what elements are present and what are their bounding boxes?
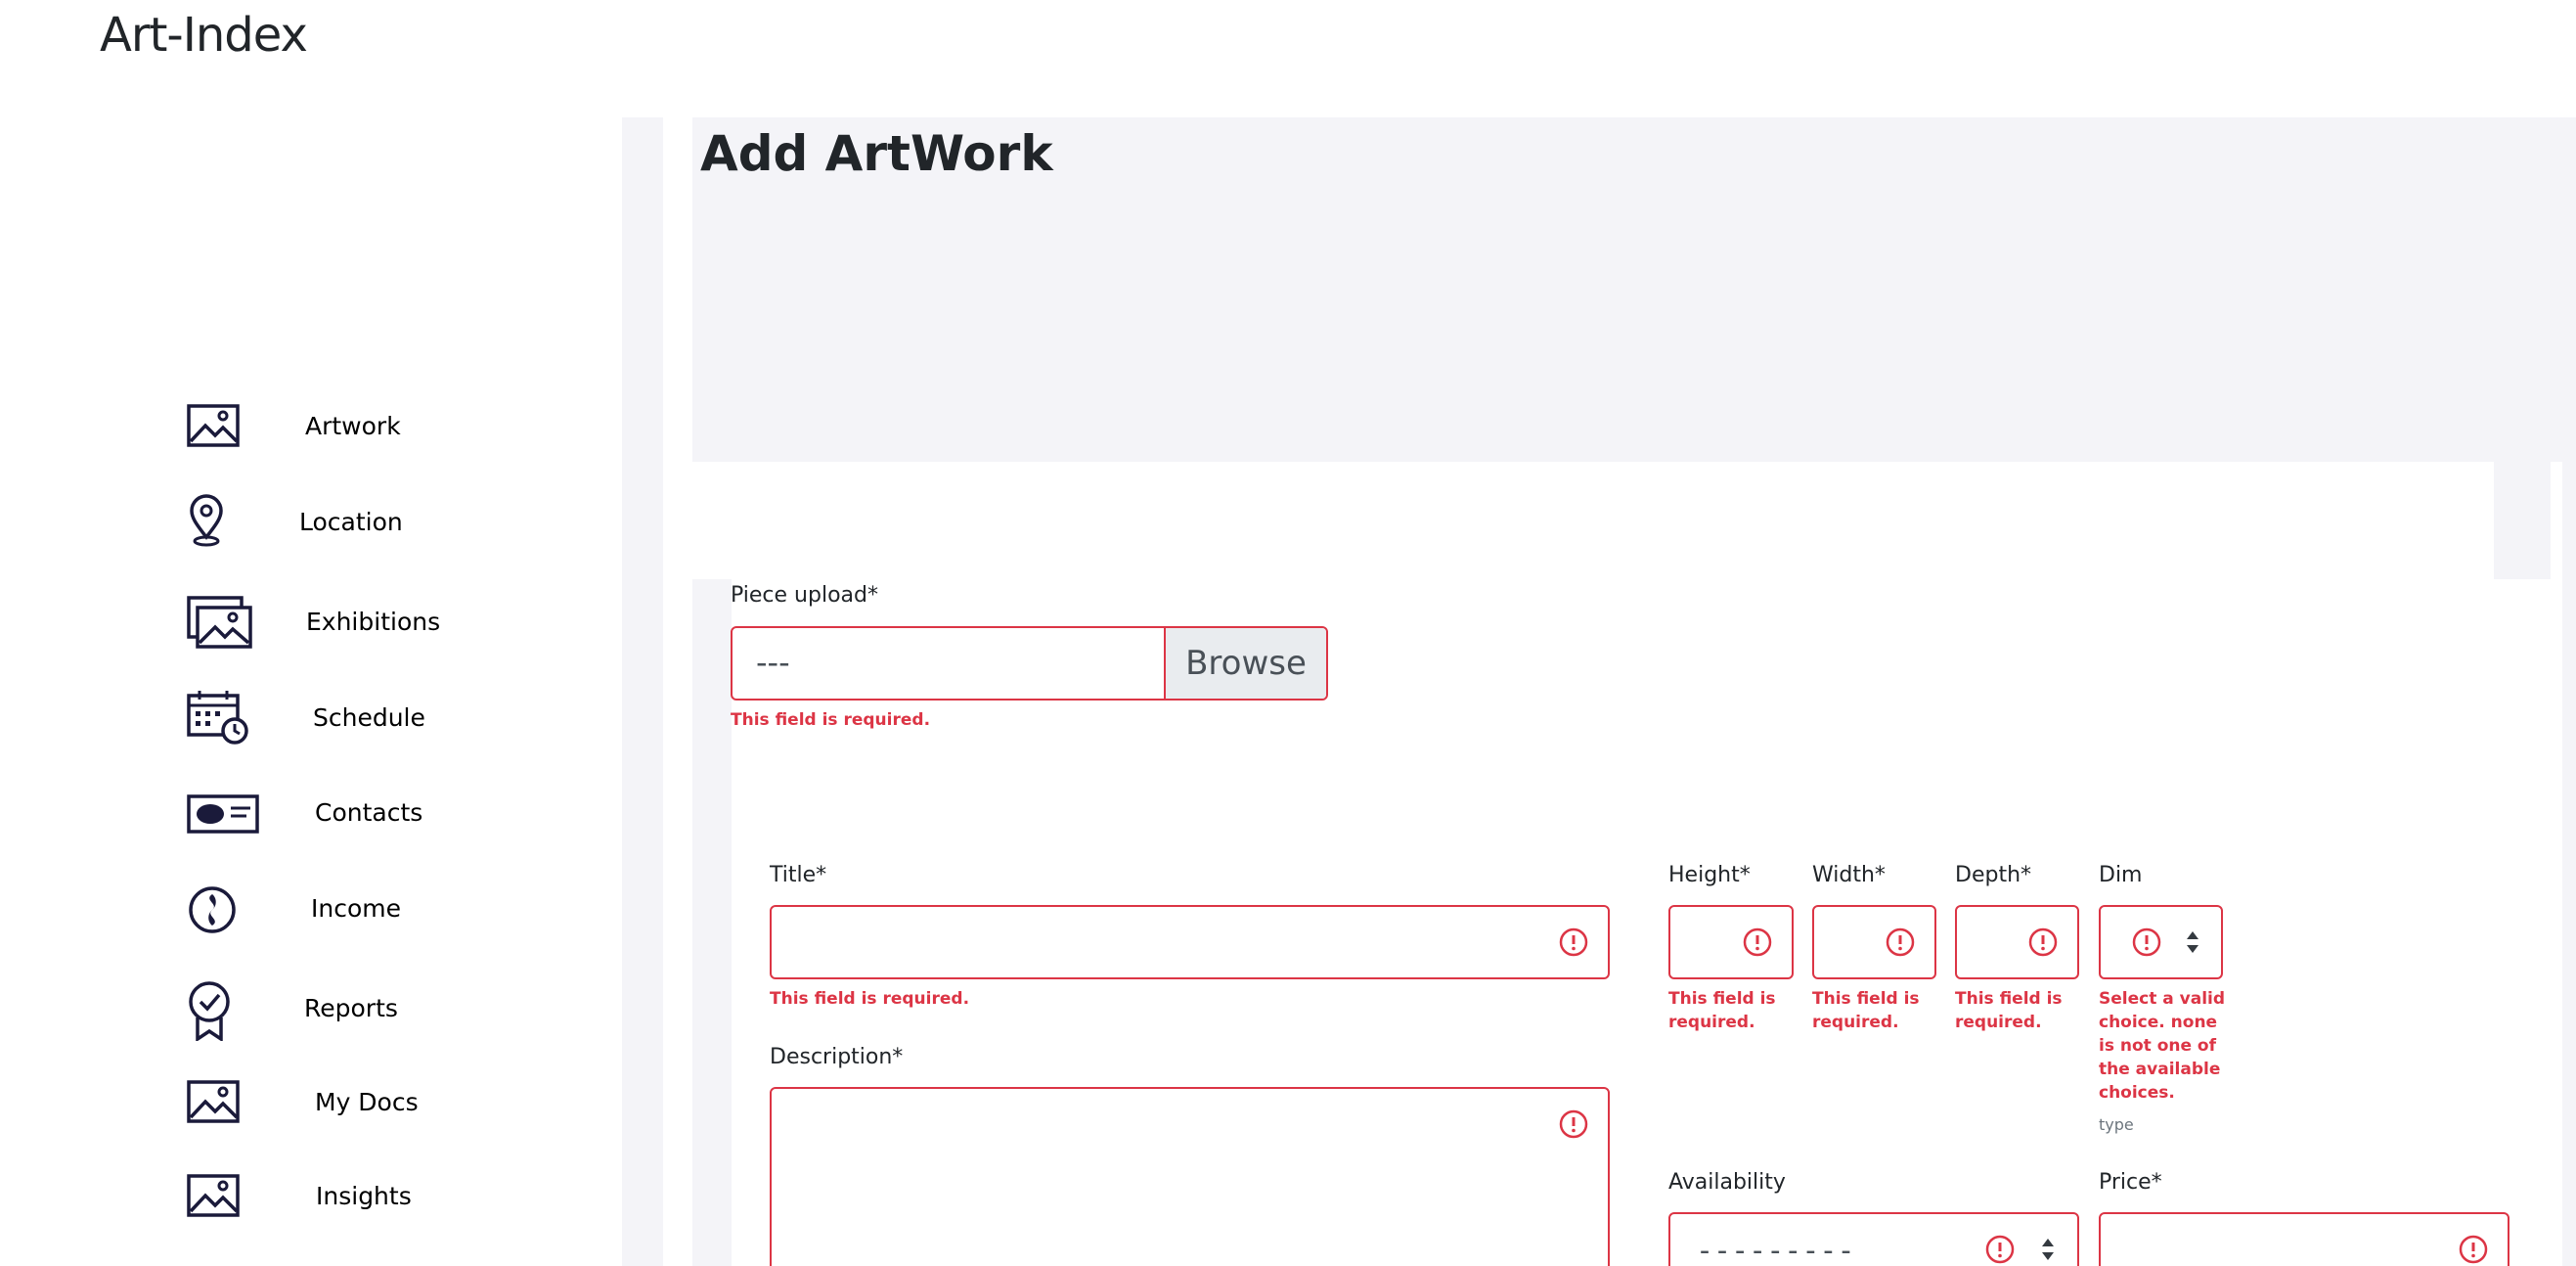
- width-error: This field is required.: [1812, 989, 1920, 1032]
- warning-icon: [2028, 927, 2058, 957]
- description-textarea[interactable]: [770, 1087, 1610, 1266]
- award-badge-icon: [186, 978, 264, 1043]
- availability-label: Availability: [1668, 1170, 1786, 1195]
- sidebar-item-location[interactable]: Location: [186, 492, 577, 561]
- layout-strip: [2562, 462, 2576, 1266]
- width-input[interactable]: [1812, 905, 1936, 979]
- sidebar-item-insights[interactable]: Insights: [186, 1166, 577, 1235]
- height-error: This field is required.: [1668, 989, 1776, 1032]
- layout-gutter: [622, 117, 663, 1266]
- width-label: Width*: [1812, 863, 1886, 887]
- coin-icon: [186, 879, 264, 941]
- title-error: This field is required.: [770, 989, 970, 1009]
- sidebar-item-my-docs[interactable]: My Docs: [186, 1072, 577, 1141]
- sidebar-item-exhibitions[interactable]: Exhibitions: [186, 592, 577, 660]
- dim-label: Dim: [2099, 863, 2143, 887]
- layout-strip: [2494, 462, 2551, 579]
- dim-hint: type: [2099, 1115, 2134, 1134]
- sidebar-item-label: Schedule: [313, 703, 425, 732]
- browse-button[interactable]: Browse: [1164, 628, 1326, 699]
- title-label: Title*: [770, 863, 827, 887]
- warning-icon: [1886, 927, 1915, 957]
- sidebar-item-label: My Docs: [315, 1088, 419, 1116]
- availability-value: ---------: [1696, 1234, 1855, 1266]
- warning-icon: [2132, 927, 2161, 957]
- image-icon: [186, 1072, 264, 1135]
- sidebar: Artwork Location Exhibitions Schedule Co…: [0, 0, 622, 1266]
- warning-icon: [1743, 927, 1772, 957]
- height-label: Height*: [1668, 863, 1751, 887]
- sidebar-item-label: Location: [299, 508, 403, 536]
- location-pin-icon: [186, 492, 264, 555]
- depth-error: This field is required.: [1955, 989, 2063, 1032]
- price-input[interactable]: [2099, 1212, 2509, 1266]
- sidebar-item-artwork[interactable]: Artwork: [186, 396, 577, 465]
- height-input[interactable]: [1668, 905, 1794, 979]
- sidebar-item-income[interactable]: Income: [186, 879, 577, 947]
- dim-error: Select a valid choice. none is not one o…: [2099, 989, 2226, 1103]
- select-arrows-icon: [2187, 931, 2198, 953]
- description-label: Description*: [770, 1045, 904, 1069]
- image-icon: [186, 1166, 264, 1229]
- piece-upload-value: ---: [756, 644, 790, 681]
- sidebar-item-schedule[interactable]: Schedule: [186, 688, 577, 756]
- calendar-clock-icon: [186, 688, 264, 750]
- warning-icon: [1559, 1109, 1588, 1139]
- page-title: Add ArtWork: [700, 125, 1053, 182]
- sidebar-item-label: Exhibitions: [306, 608, 441, 636]
- piece-upload-label: Piece upload*: [731, 583, 878, 608]
- warning-icon: [1985, 1235, 2015, 1264]
- sidebar-item-label: Income: [311, 894, 401, 923]
- sidebar-item-label: Reports: [304, 994, 398, 1022]
- dim-select[interactable]: [2099, 905, 2223, 979]
- gallery-icon: [186, 592, 264, 655]
- sidebar-item-label: Insights: [316, 1182, 412, 1210]
- depth-label: Depth*: [1955, 863, 2032, 887]
- sidebar-item-contacts[interactable]: Contacts: [186, 783, 577, 851]
- depth-input[interactable]: [1955, 905, 2079, 979]
- warning-icon: [1559, 927, 1588, 957]
- image-icon: [186, 396, 264, 459]
- sidebar-item-label: Contacts: [315, 798, 423, 827]
- piece-upload-input[interactable]: --- Browse: [731, 626, 1328, 701]
- sidebar-item-reports[interactable]: Reports: [186, 978, 577, 1047]
- layout-strip: [692, 579, 732, 1266]
- sidebar-item-label: Artwork: [305, 412, 401, 440]
- select-arrows-icon: [2042, 1239, 2054, 1260]
- title-input[interactable]: [770, 905, 1610, 979]
- warning-icon: [2459, 1235, 2488, 1264]
- availability-select[interactable]: ---------: [1668, 1212, 2079, 1266]
- piece-upload-error: This field is required.: [731, 710, 931, 730]
- price-label: Price*: [2099, 1170, 2162, 1195]
- contact-card-icon: [186, 783, 264, 845]
